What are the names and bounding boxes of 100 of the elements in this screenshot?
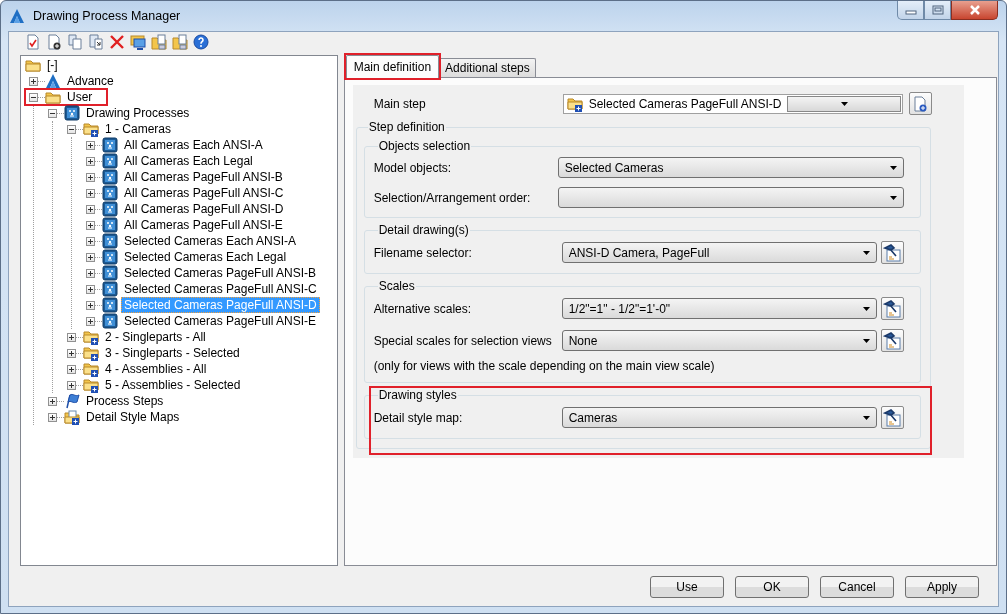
- checklist-icon[interactable]: [25, 34, 41, 50]
- dropdown[interactable]: None: [561, 330, 877, 351]
- tree-item[interactable]: All Cameras PageFull ANSI-E: [121, 217, 286, 233]
- field-label: Detail style map:: [373, 410, 464, 425]
- tree-item[interactable]: All Cameras PageFull ANSI-C: [121, 185, 287, 201]
- plus-icon: [88, 286, 93, 292]
- tree-item[interactable]: All Cameras Each Legal: [121, 153, 256, 169]
- expand-toggle[interactable]: [48, 108, 57, 118]
- edit-button[interactable]: [880, 406, 904, 429]
- dropdown[interactable]: [557, 187, 904, 208]
- maximize-icon: [930, 5, 945, 15]
- dropdown[interactable]: ANSI-D Camera, PageFull: [561, 242, 877, 263]
- folder-document-icon[interactable]: [151, 34, 167, 50]
- expand-toggle[interactable]: [86, 300, 95, 310]
- expand-toggle[interactable]: [86, 220, 95, 230]
- tree-item[interactable]: Selected Cameras PageFull ANSI-C: [121, 281, 320, 297]
- expand-toggle[interactable]: [86, 172, 95, 182]
- edit-button[interactable]: [880, 241, 904, 264]
- tree-item[interactable]: 1 - Cameras: [102, 121, 175, 137]
- dropdown[interactable]: 1/2"=1" - 1/2"=1'-0": [561, 298, 877, 319]
- dropdown[interactable]: Cameras: [561, 407, 877, 428]
- tree-item[interactable]: Detail Style Maps: [83, 409, 183, 425]
- dropdown-arrow-icon: [889, 195, 897, 200]
- tree-item[interactable]: 5 - Assemblies - Selected: [102, 377, 244, 393]
- tree-item[interactable]: [-]: [44, 57, 61, 73]
- dropdown-arrow-icon: [840, 101, 848, 106]
- plus-icon: [88, 302, 93, 308]
- close-button[interactable]: [951, 1, 998, 20]
- hint-text: (only for views with the scale depending on the main view scale): [373, 359, 716, 373]
- process-icon: [102, 137, 118, 153]
- tree-item[interactable]: 4 - Assemblies - All: [102, 361, 210, 377]
- dialog-button[interactable]: Apply: [905, 576, 979, 598]
- paste-icon[interactable]: [88, 34, 104, 50]
- plus-icon: [88, 206, 93, 212]
- expand-toggle[interactable]: [29, 76, 38, 86]
- expand-toggle[interactable]: [86, 188, 95, 198]
- edit-button[interactable]: [880, 329, 904, 352]
- tree-item[interactable]: All Cameras PageFull ANSI-B: [121, 169, 286, 185]
- folder-plus-icon: [566, 95, 583, 112]
- expand-toggle[interactable]: [48, 412, 57, 422]
- process-icon: [102, 297, 118, 313]
- tree-item[interactable]: Selected Cameras Each Legal: [121, 249, 290, 265]
- expand-toggle[interactable]: [86, 316, 95, 326]
- field-label: Selection/Arrangement order:: [373, 190, 532, 205]
- process-icon: [102, 201, 118, 217]
- tree-item[interactable]: Process Steps: [83, 393, 167, 409]
- tree-item[interactable]: All Cameras Each ANSI-A: [121, 137, 266, 153]
- plus-icon: [88, 174, 93, 180]
- expand-toggle[interactable]: [86, 236, 95, 246]
- delete-icon[interactable]: [109, 34, 125, 50]
- tree-item[interactable]: All Cameras PageFull ANSI-D: [121, 201, 287, 217]
- plus-icon: [69, 366, 74, 372]
- expand-toggle[interactable]: [86, 284, 95, 294]
- expand-toggle[interactable]: [86, 204, 95, 214]
- expand-toggle[interactable]: [86, 156, 95, 166]
- tree-item[interactable]: Drawing Processes: [83, 105, 193, 121]
- expand-toggle[interactable]: [86, 268, 95, 278]
- expand-toggle[interactable]: [29, 92, 38, 102]
- group-title: Detail drawing(s): [377, 223, 470, 237]
- maximize-button[interactable]: [924, 1, 951, 20]
- dialog-button[interactable]: Cancel: [820, 576, 894, 598]
- field-label: Main step: [373, 96, 427, 111]
- dialog-button[interactable]: OK: [735, 576, 809, 598]
- tree-item[interactable]: 3 - Singleparts - Selected: [102, 345, 243, 361]
- tree-item[interactable]: Selected Cameras PageFull ANSI-E: [121, 313, 320, 329]
- dropdown[interactable]: Selected Cameras: [557, 157, 904, 178]
- process-icon: [102, 249, 118, 265]
- expand-toggle[interactable]: [86, 140, 95, 150]
- plus-icon: [69, 382, 74, 388]
- minimize-button[interactable]: [897, 1, 924, 20]
- expand-toggle[interactable]: [67, 364, 76, 374]
- tree-item[interactable]: Selected Cameras Each ANSI-A: [121, 233, 300, 249]
- dropdown-arrow-icon: [862, 415, 870, 420]
- hammer-document-icon: [883, 299, 902, 318]
- monitor-icon[interactable]: [130, 34, 146, 50]
- plus-icon: [69, 334, 74, 340]
- expand-toggle[interactable]: [67, 348, 76, 358]
- tree-item[interactable]: User: [64, 89, 96, 105]
- expand-toggle[interactable]: [67, 332, 76, 342]
- expand-toggle[interactable]: [48, 396, 57, 406]
- plus-icon: [88, 222, 93, 228]
- tab[interactable]: Main definition: [345, 55, 440, 78]
- tree-item[interactable]: 2 - Singleparts - All: [102, 329, 209, 345]
- dropdown[interactable]: Selected Cameras PageFull ANSI-D: [562, 93, 903, 114]
- hammer-document-icon: [883, 331, 902, 350]
- new-button[interactable]: [908, 92, 932, 115]
- tree-item[interactable]: Selected Cameras PageFull ANSI-B: [121, 265, 320, 281]
- expand-toggle[interactable]: [67, 124, 76, 134]
- expand-toggle[interactable]: [67, 380, 76, 390]
- new-document-icon[interactable]: [46, 34, 62, 50]
- copy-icon[interactable]: [67, 34, 83, 50]
- tab[interactable]: Additional steps: [439, 58, 536, 77]
- plus-icon: [88, 238, 93, 244]
- dialog-button[interactable]: Use: [650, 576, 724, 598]
- tree-item[interactable]: Advance: [64, 73, 117, 89]
- field-label: Alternative scales:: [373, 301, 473, 316]
- expand-toggle[interactable]: [86, 252, 95, 262]
- edit-button[interactable]: [880, 297, 904, 320]
- folder-document-icon[interactable]: [172, 34, 188, 50]
- help-icon[interactable]: [193, 34, 209, 50]
